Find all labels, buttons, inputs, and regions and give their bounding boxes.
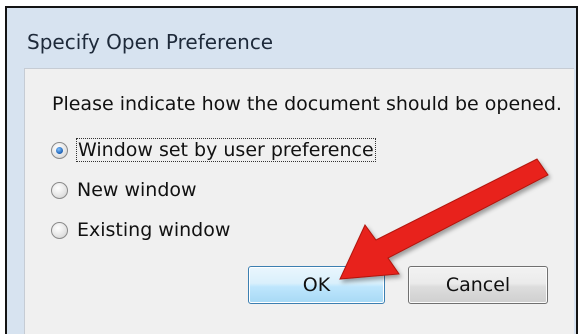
radio-button[interactable] <box>51 181 68 199</box>
option-label[interactable]: Window set by user preference <box>76 138 376 162</box>
radio-button-checked[interactable] <box>51 141 68 159</box>
option-window-set-by-user-preference[interactable]: Window set by user preference <box>51 137 376 163</box>
dialog-title: Specify Open Preference <box>27 30 274 54</box>
cancel-button[interactable]: Cancel <box>408 266 548 304</box>
option-existing-window[interactable]: Existing window <box>51 217 230 243</box>
ok-button[interactable]: OK <box>248 266 385 304</box>
option-new-window[interactable]: New window <box>51 177 197 203</box>
radio-button[interactable] <box>51 221 68 239</box>
prompt-text: Please indicate how the document should … <box>52 93 562 115</box>
option-label[interactable]: Existing window <box>77 219 230 241</box>
option-label[interactable]: New window <box>77 179 197 201</box>
